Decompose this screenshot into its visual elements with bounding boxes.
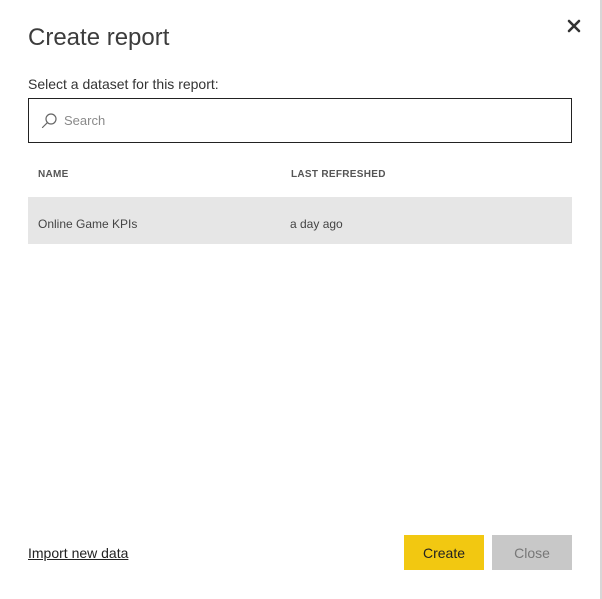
last-refreshed-cell: a day ago bbox=[290, 217, 343, 231]
create-button[interactable]: Create bbox=[404, 535, 484, 570]
table-row[interactable]: Online Game KPIs a day ago bbox=[28, 197, 572, 244]
import-new-data-link[interactable]: Import new data bbox=[28, 545, 128, 561]
search-box[interactable] bbox=[28, 98, 572, 143]
column-header-last-refreshed[interactable]: LAST REFRESHED bbox=[291, 169, 386, 180]
create-report-dialog: Create report Select a dataset for this … bbox=[0, 0, 602, 599]
close-icon[interactable] bbox=[563, 15, 585, 37]
column-header-name[interactable]: NAME bbox=[38, 169, 69, 180]
search-input[interactable] bbox=[64, 99, 564, 142]
close-button[interactable]: Close bbox=[492, 535, 572, 570]
search-icon bbox=[40, 112, 58, 130]
dialog-title: Create report bbox=[28, 24, 170, 51]
dataset-name-cell: Online Game KPIs bbox=[38, 217, 138, 231]
dataset-prompt: Select a dataset for this report: bbox=[28, 76, 219, 92]
